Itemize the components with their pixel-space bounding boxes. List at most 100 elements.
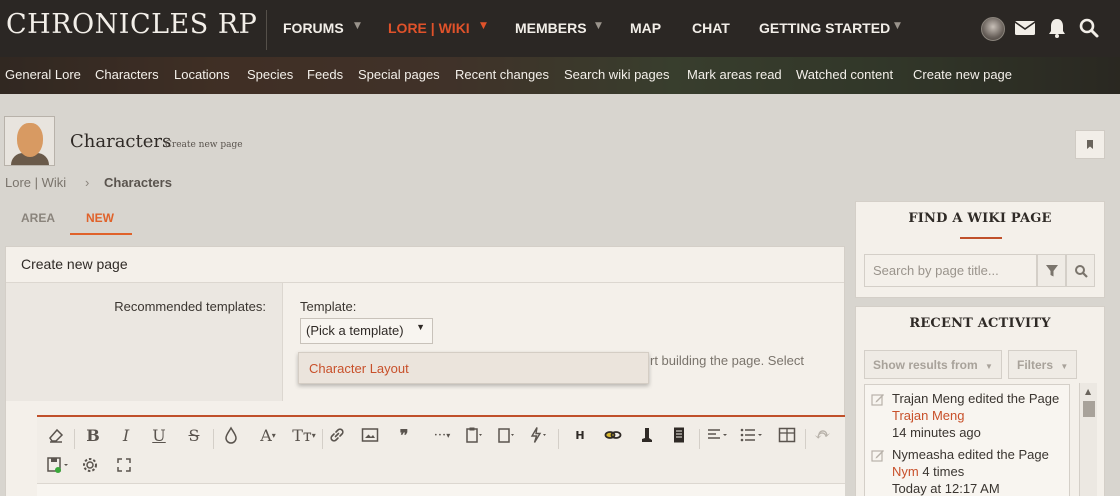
nav-chat[interactable]: CHAT — [692, 20, 730, 36]
chain-icon[interactable] — [601, 423, 625, 447]
clipboard-icon[interactable] — [461, 423, 489, 447]
bold-icon[interactable]: B — [81, 423, 105, 447]
nav-map[interactable]: MAP — [630, 20, 661, 36]
top-navigation-bar: CHRONICLES RP FORUMS ▼ LORE | WIKI ▼ MEM… — [0, 0, 1120, 57]
text-color-icon[interactable] — [219, 423, 243, 447]
chevron-right-icon: › — [85, 175, 90, 190]
template-dropdown-menu: Character Layout — [298, 352, 649, 384]
find-wiki-page-title: FIND A WIKI PAGE — [908, 211, 1052, 226]
eraser-icon[interactable] — [44, 423, 68, 447]
chevron-down-icon[interactable]: ▼ — [480, 21, 487, 31]
page-avatar — [4, 116, 55, 166]
tab-new[interactable]: NEW — [86, 211, 114, 225]
activity-text: Nymeasha edited the Page — [892, 447, 1049, 462]
activity-time: 14 minutes ago — [892, 425, 981, 440]
gear-icon[interactable] — [78, 453, 102, 477]
show-results-from-button[interactable]: Show results from ▼ — [864, 350, 1002, 379]
scroll-up-icon[interactable]: ▲ — [1085, 387, 1091, 396]
edit-icon — [871, 450, 884, 462]
quote-icon[interactable]: ❞ — [392, 423, 416, 447]
activity-scrollbar[interactable]: ▲ — [1079, 383, 1097, 496]
wiki-search-input[interactable]: Search by page title... — [864, 254, 1037, 287]
list-icon[interactable] — [737, 423, 767, 447]
underline-icon[interactable]: U — [147, 423, 171, 447]
subnav-recent-changes[interactable]: Recent changes — [455, 67, 549, 82]
nav-lore-wiki[interactable]: LORE | WIKI — [388, 20, 470, 36]
subnav-characters[interactable]: Characters — [95, 67, 159, 82]
activity-link[interactable]: Nym — [892, 464, 919, 479]
divider — [266, 10, 267, 50]
filters-button[interactable]: Filters ▼ — [1008, 350, 1078, 379]
breadcrumb-characters[interactable]: Characters — [104, 175, 172, 190]
activity-text: Trajan Meng edited the Page — [892, 391, 1060, 406]
subnav-general-lore[interactable]: General Lore — [5, 67, 81, 82]
subnav-locations[interactable]: Locations — [174, 67, 230, 82]
nav-members[interactable]: MEMBERS — [515, 20, 587, 36]
link-icon[interactable] — [325, 423, 349, 447]
subnav-search-wiki-pages[interactable]: Search wiki pages — [564, 67, 670, 82]
show-results-from-label: Show results from — [873, 358, 978, 372]
recommended-templates-label: Recommended templates: — [114, 299, 266, 314]
strikethrough-icon[interactable]: S — [182, 423, 206, 447]
edit-icon — [871, 394, 884, 406]
fullscreen-icon[interactable] — [112, 453, 136, 477]
mail-icon[interactable] — [1014, 17, 1036, 39]
filters-label: Filters — [1017, 358, 1054, 372]
subnav-feeds[interactable]: Feeds — [307, 67, 343, 82]
chevron-down-icon: ▼ — [416, 322, 425, 332]
page-title: Characters — [70, 131, 172, 152]
editor-content-area[interactable] — [37, 483, 845, 496]
panel-title: Create new page — [21, 256, 128, 272]
active-tab-indicator — [70, 233, 132, 235]
bell-icon[interactable] — [1046, 17, 1068, 39]
activity-link[interactable]: Trajan Meng — [892, 408, 965, 423]
panel-header: Create new page — [6, 247, 844, 283]
subnav-mark-areas-read[interactable]: Mark areas read — [687, 67, 782, 82]
align-icon[interactable] — [703, 423, 733, 447]
search-button[interactable] — [1066, 254, 1095, 287]
redo-icon[interactable]: ↷ — [812, 421, 836, 445]
subnav-special-pages[interactable]: Special pages — [358, 67, 440, 82]
activity-list: Trajan Meng edited the Page Trajan Meng … — [864, 384, 1070, 496]
nav-forums[interactable]: FORUMS — [283, 20, 344, 36]
subnav-create-new-page[interactable]: Create new page — [913, 67, 1012, 82]
lightning-icon[interactable] — [525, 423, 553, 447]
activity-suffix: 4 times — [918, 464, 965, 479]
subnav-species[interactable]: Species — [247, 67, 293, 82]
chevron-down-icon[interactable]: ▼ — [595, 21, 602, 31]
italic-icon[interactable]: I — [114, 423, 138, 447]
bookmark-button[interactable] — [1075, 130, 1105, 159]
site-logo[interactable]: CHRONICLES RP — [6, 9, 257, 40]
form-label-column: Recommended templates: — [6, 283, 283, 401]
scrollbar-thumb[interactable] — [1083, 401, 1095, 417]
template-option-character-layout[interactable]: Character Layout — [309, 361, 409, 376]
document-icon[interactable] — [667, 423, 691, 447]
table-icon[interactable] — [775, 423, 799, 447]
template-select[interactable]: (Pick a template) ▼ — [300, 318, 433, 344]
template-label: Template: — [300, 299, 357, 314]
chevron-down-icon: ▼ — [985, 362, 993, 371]
heading-icon[interactable]: H — [568, 423, 592, 447]
chevron-down-icon[interactable]: ▼ — [894, 21, 901, 31]
nav-getting-started[interactable]: GETTING STARTED — [759, 20, 890, 36]
divider — [960, 237, 1002, 239]
subnav-watched-content[interactable]: Watched content — [796, 67, 893, 82]
more-options-icon[interactable]: ··· ▾ — [426, 423, 458, 447]
breadcrumb-lore-wiki[interactable]: Lore | Wiki — [5, 175, 66, 190]
chevron-down-icon: ▼ — [1060, 362, 1069, 371]
tab-area[interactable]: AREA — [21, 211, 55, 225]
filter-button[interactable] — [1037, 254, 1066, 287]
insert-icon[interactable] — [493, 423, 521, 447]
chevron-down-icon[interactable]: ▼ — [354, 21, 361, 31]
recent-activity-widget: RECENT ACTIVITY Show results from ▼ Filt… — [855, 306, 1105, 496]
activity-time: Today at 12:17 AM — [892, 481, 1000, 496]
save-draft-icon[interactable] — [44, 453, 74, 477]
font-family-icon[interactable]: A ▾ — [253, 423, 283, 447]
editor-toolbar-secondary — [37, 453, 845, 483]
user-avatar[interactable] — [981, 17, 1005, 41]
sub-navigation-bar: General Lore Characters Locations Specie… — [0, 57, 1120, 94]
font-size-icon[interactable]: Tт ▾ — [289, 423, 319, 447]
search-icon[interactable] — [1078, 17, 1100, 39]
image-icon[interactable] — [358, 423, 382, 447]
boot-icon[interactable] — [634, 423, 658, 447]
